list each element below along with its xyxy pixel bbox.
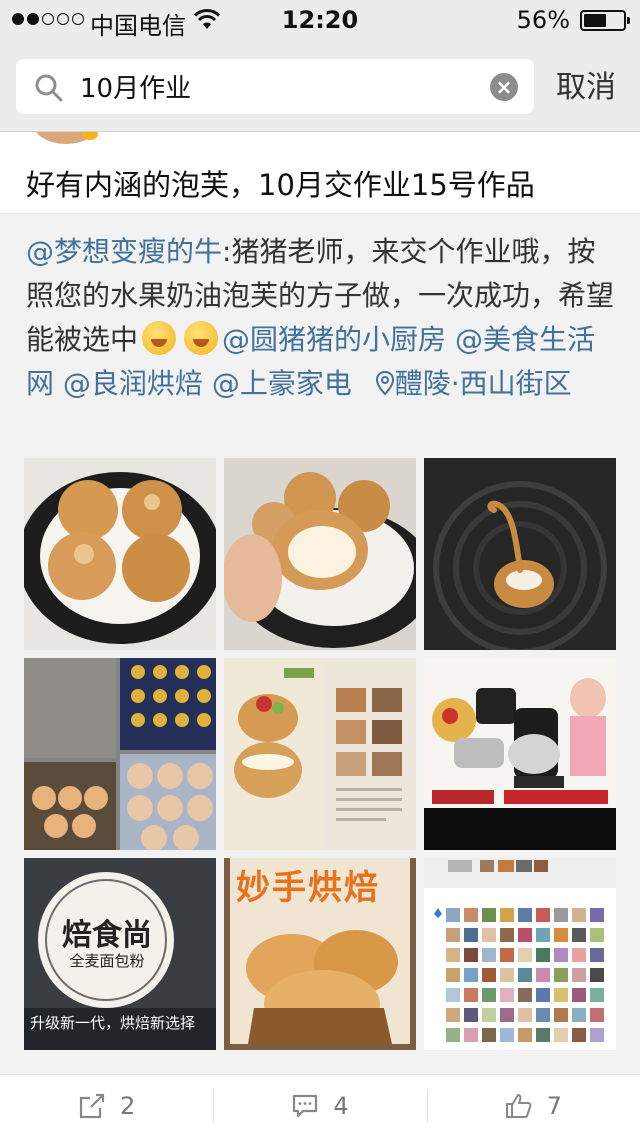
mention-link[interactable]: @梦想变瘦的牛	[26, 235, 222, 268]
thumbs-up-icon	[505, 1093, 532, 1118]
magazine-title: 妙手烘焙	[236, 868, 380, 908]
repost-count: 2	[120, 1091, 136, 1120]
mention-link[interactable]: @上豪家电	[212, 367, 352, 400]
flour-brand-subtitle: 全麦面包粉	[69, 952, 145, 970]
image-grid: 焙食尚 全麦面包粉 升级新一代，烘焙新选择 妙手烘焙	[24, 458, 616, 1050]
magazine-photo[interactable]: 妙手烘焙	[224, 858, 416, 1050]
location-link[interactable]: 醴陵·西山街区	[395, 367, 572, 400]
avatar-grid-screenshot[interactable]	[424, 858, 616, 1050]
comment-button[interactable]: 4	[213, 1075, 426, 1136]
battery-icon	[580, 10, 630, 31]
status-bar: 中国电信 12:20 56%	[0, 0, 640, 40]
grin-emoji-icon	[184, 321, 219, 355]
mention-link[interactable]: @圆猪猪的小厨房	[222, 323, 446, 356]
search-bar: × 取消	[0, 40, 640, 132]
author-header-partial	[0, 132, 640, 144]
location-pin-icon	[375, 370, 394, 396]
clear-search-icon[interactable]: ×	[490, 73, 518, 101]
grin-emoji-icon	[142, 321, 177, 355]
flour-brand-name: 焙食尚	[62, 918, 152, 953]
like-count: 7	[546, 1091, 562, 1120]
mixer-ad-photo[interactable]	[424, 658, 616, 850]
repost-button[interactable]: 2	[0, 1075, 213, 1136]
post-title: 好有内涵的泡芙，10月交作业15号作品	[26, 168, 535, 202]
comment-icon	[293, 1094, 318, 1117]
action-bar: 2 4 7	[0, 1074, 640, 1136]
flour-brand-slogan: 升级新一代，烘焙新选择	[30, 1014, 196, 1032]
verified-badge-icon	[82, 132, 98, 140]
like-button[interactable]: 7	[426, 1075, 640, 1136]
repost-icon	[79, 1093, 105, 1118]
battery-percent: 56%	[516, 6, 570, 34]
swan-puff-photo[interactable]	[424, 458, 616, 650]
comment-count: 4	[333, 1091, 349, 1120]
puff-cream-photo[interactable]	[224, 458, 416, 650]
post-card[interactable]: @梦想变瘦的牛:猪猪老师，来交个作业哦，按照您的水果奶油泡芙的方子做，一次成功，…	[0, 214, 640, 1074]
mention-link[interactable]: @良润烘焙	[63, 367, 203, 400]
puff-plate-photo[interactable]	[24, 458, 216, 650]
dough-collage-photo[interactable]	[24, 658, 216, 850]
search-icon	[35, 74, 63, 102]
post-title-bar: 好有内涵的泡芙，10月交作业15号作品	[0, 144, 640, 214]
post-text: @梦想变瘦的牛:猪猪老师，来交个作业哦，按照您的水果奶油泡芙的方子做，一次成功，…	[26, 230, 616, 406]
search-box[interactable]: ×	[16, 59, 534, 114]
recipe-book-photo[interactable]	[224, 658, 416, 850]
flour-brand-photo[interactable]: 焙食尚 全麦面包粉 升级新一代，烘焙新选择	[24, 858, 216, 1050]
cancel-button[interactable]: 取消	[556, 62, 616, 106]
search-input[interactable]	[80, 65, 480, 107]
